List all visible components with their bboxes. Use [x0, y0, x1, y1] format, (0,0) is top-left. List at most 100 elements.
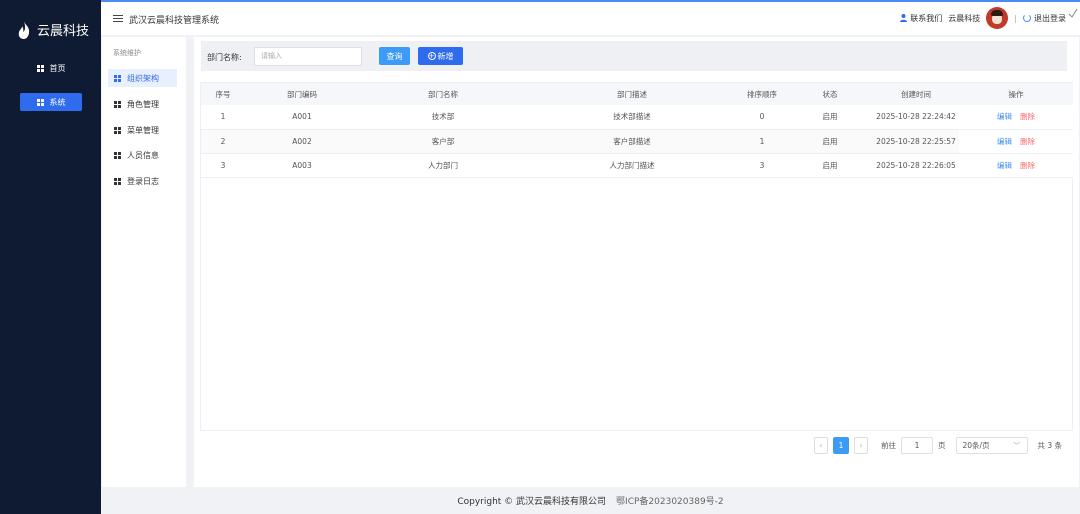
footer: Copyright © 武汉云晨科技有限公司 鄂ICP备2023020389号-…	[101, 487, 1080, 514]
dept-name-label: 部门名称:	[207, 53, 242, 62]
cell-name: 技术部	[359, 105, 527, 130]
delete-link[interactable]: 删除	[1020, 137, 1035, 146]
query-button[interactable]: 查询	[379, 47, 410, 65]
main-sidebar: 云晨科技 首页 系统	[0, 0, 101, 514]
nav-item-label: 系统	[49, 97, 66, 107]
page-size-select[interactable]: 20条/页 ﹀	[955, 437, 1028, 454]
sub-sidebar: 系统维护 组织架构 角色管理 菜单管理 人员信息 登录日志	[102, 37, 186, 487]
edit-link[interactable]: 编辑	[997, 112, 1012, 121]
sidebar-item-login-log[interactable]: 登录日志	[108, 172, 177, 190]
sidebar-item-label: 登录日志	[127, 176, 159, 186]
header-actions: 联系我们 云晨科技 | 退出登录	[900, 7, 1066, 29]
cell-created: 2025-10-28 22:25:57	[873, 129, 959, 154]
sidebar-item-label: 组织架构	[127, 73, 159, 83]
cell-name: 人力部门	[359, 153, 527, 178]
nav-item-label: 首页	[49, 63, 66, 73]
column-header: 排序顺序	[737, 83, 787, 105]
copyright-text: Copyright © 武汉云晨科技有限公司	[457, 497, 607, 507]
cell-order: 3	[737, 153, 787, 178]
grid-icon	[36, 98, 44, 106]
icp-link[interactable]: 鄂ICP备2023020389号-2	[616, 494, 724, 507]
column-header: 操作	[959, 83, 1073, 105]
grid-icon	[114, 100, 121, 108]
chevron-right-icon: ›	[859, 441, 863, 450]
delete-link[interactable]: 删除	[1020, 112, 1035, 121]
sidebar-item-label: 角色管理	[127, 99, 159, 109]
logout-button[interactable]: 退出登录	[1034, 13, 1066, 24]
main-content: 部门名称: 请输入 查询 + 新增 序号 部门编码 部门名称 部门描述 排序顺序…	[194, 37, 1079, 487]
cell-index: 3	[201, 153, 245, 178]
cell-status: 启用	[787, 105, 873, 130]
table-row: 1 A001 技术部 技术部描述 0 启用 2025-10-28 22:24:4…	[201, 105, 1073, 130]
column-header: 序号	[201, 83, 245, 105]
dept-table: 序号 部门编码 部门名称 部门描述 排序顺序 状态 创建时间 操作 1 A001…	[200, 82, 1073, 431]
page-size-value: 20条/页	[962, 441, 990, 450]
add-button[interactable]: + 新增	[418, 47, 463, 65]
brand-name: 云晨科技	[37, 24, 90, 39]
cell-code: A002	[245, 129, 359, 154]
goto-page-input[interactable]: 1	[901, 437, 933, 454]
contact-us-link[interactable]: 联系我们	[900, 13, 942, 24]
next-page-button[interactable]: ›	[854, 437, 868, 454]
contact-us-label: 联系我们	[910, 13, 943, 23]
total-count: 共 3 条	[1037, 441, 1063, 450]
page-number-current[interactable]: 1	[833, 437, 849, 454]
grid-icon	[114, 126, 121, 134]
sidebar-item-label: 人员信息	[127, 150, 159, 160]
nav-item-system[interactable]: 系统	[20, 93, 82, 111]
goto-label: 前往	[881, 441, 896, 450]
cell-index: 1	[201, 105, 245, 130]
user-company: 云晨科技	[948, 13, 981, 23]
nav-item-home[interactable]: 首页	[20, 59, 82, 77]
sub-sidebar-heading: 系统维护	[113, 49, 141, 57]
chevron-left-icon: ‹	[819, 441, 823, 450]
cell-index: 2	[201, 129, 245, 154]
cell-name: 客户部	[359, 129, 527, 154]
column-header: 状态	[787, 83, 873, 105]
cell-order: 1	[737, 129, 787, 154]
flame-icon	[18, 20, 30, 39]
brand-logo[interactable]: 云晨科技	[16, 20, 89, 39]
prev-page-button[interactable]: ‹	[814, 437, 828, 454]
delete-link[interactable]: 删除	[1020, 161, 1035, 170]
cell-created: 2025-10-28 22:26:05	[873, 153, 959, 178]
grid-icon	[114, 74, 121, 82]
grid-icon	[114, 177, 121, 185]
sidebar-item-personnel[interactable]: 人员信息	[108, 146, 177, 164]
table-row: 2 A002 客户部 客户部描述 1 启用 2025-10-28 22:25:5…	[201, 129, 1073, 154]
cell-actions: 编辑 删除	[959, 153, 1073, 178]
search-bar: 部门名称: 请输入 查询 + 新增	[201, 41, 1067, 71]
check-icon	[1068, 8, 1078, 18]
page-unit-label: 页	[938, 441, 946, 450]
sidebar-item-label: 菜单管理	[127, 125, 159, 135]
cell-order: 0	[737, 105, 787, 130]
sidebar-item-menus[interactable]: 菜单管理	[108, 121, 177, 139]
edit-link[interactable]: 编辑	[997, 137, 1012, 146]
cell-desc: 人力部门描述	[527, 153, 737, 178]
hamburger-menu-icon[interactable]	[113, 15, 123, 24]
sidebar-item-roles[interactable]: 角色管理	[108, 95, 177, 113]
plus-circle-icon: +	[427, 52, 436, 60]
grid-icon	[36, 64, 44, 72]
edit-link[interactable]: 编辑	[997, 161, 1012, 170]
add-button-label: 新增	[437, 51, 454, 61]
sidebar-item-org-structure[interactable]: 组织架构	[108, 69, 177, 87]
column-header: 部门编码	[245, 83, 359, 105]
person-icon	[900, 14, 908, 22]
power-icon	[1023, 14, 1031, 22]
cell-desc: 技术部描述	[527, 105, 737, 130]
avatar[interactable]	[986, 7, 1009, 29]
cell-status: 启用	[787, 153, 873, 178]
cell-status: 启用	[787, 129, 873, 154]
grid-icon	[114, 151, 121, 159]
divider: |	[1014, 13, 1017, 23]
cell-actions: 编辑 删除	[959, 129, 1073, 154]
column-header: 创建时间	[873, 83, 959, 105]
dept-name-input[interactable]: 请输入	[254, 47, 362, 66]
chevron-down-icon: ﹀	[1013, 441, 1021, 450]
column-header: 部门描述	[527, 83, 737, 105]
cell-desc: 客户部描述	[527, 129, 737, 154]
cell-code: A003	[245, 153, 359, 178]
top-header: 武汉云晨科技管理系统 联系我们 云晨科技 | 退出登录	[101, 0, 1080, 35]
table-row: 3 A003 人力部门 人力部门描述 3 启用 2025-10-28 22:26…	[201, 153, 1073, 178]
